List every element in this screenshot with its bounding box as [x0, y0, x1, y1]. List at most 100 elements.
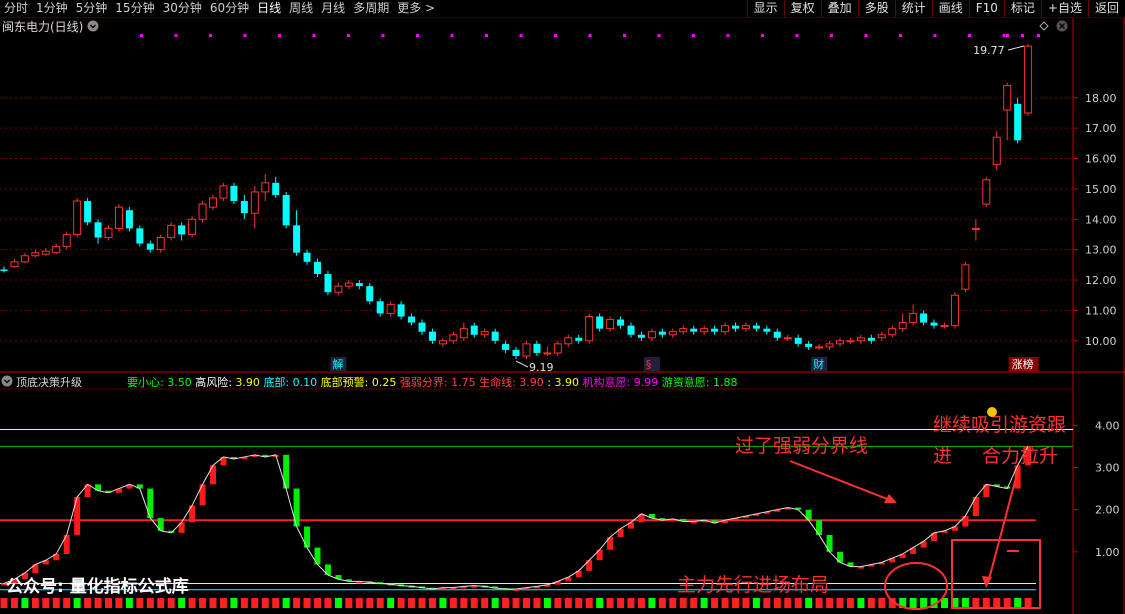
param-value: 0.10	[289, 376, 321, 389]
period-tab[interactable]: 日线	[253, 0, 285, 17]
signal-dot	[450, 34, 454, 37]
event-label[interactable]: 解	[332, 357, 343, 371]
high-price-marker: 19.77	[973, 44, 1005, 57]
signal-block	[178, 598, 186, 608]
toolbar-action[interactable]: 标记	[1003, 0, 1041, 17]
candle-body	[732, 325, 739, 329]
signal-block	[773, 598, 781, 608]
candle-body	[783, 337, 792, 340]
period-tab[interactable]: 分时	[0, 0, 32, 17]
signal-block	[794, 598, 802, 608]
signal-block	[199, 598, 207, 608]
annotation-follow-1: 继续吸引游资跟	[933, 414, 1066, 436]
toolbar-action[interactable]: 叠加	[820, 0, 858, 17]
event-label[interactable]: 财	[813, 357, 824, 371]
candle-body	[596, 316, 604, 329]
event-label[interactable]: §	[646, 358, 652, 371]
chart-canvas[interactable]: 18.00 17.00 16.00 15.00 14.00 13.00 12.00 11.00…	[0, 0, 1125, 614]
toolbar-action[interactable]: 返回	[1087, 0, 1125, 17]
candle-body	[62, 233, 71, 248]
toolbar-action[interactable]: 统计	[894, 0, 932, 17]
period-tab[interactable]: 月线	[317, 0, 349, 17]
signal-block	[1014, 598, 1022, 608]
chevron-circle-icon[interactable]	[87, 20, 99, 32]
candlestick-series	[0, 43, 1033, 360]
toolbar-action[interactable]: +自选	[1040, 0, 1088, 17]
candle-body	[647, 331, 656, 339]
param-label: 底部预警:	[321, 375, 369, 389]
signal-block	[324, 598, 332, 608]
price-label: 12.00	[1085, 274, 1117, 287]
candle-body	[950, 294, 959, 327]
signal-block	[439, 598, 447, 608]
candle-body	[209, 197, 217, 208]
candle-body	[606, 319, 615, 330]
param-value: 3.50	[164, 376, 196, 389]
period-tab[interactable]: 1分钟	[32, 0, 72, 17]
candle-body	[522, 343, 531, 357]
signal-block	[261, 598, 269, 608]
signal-block	[972, 598, 980, 608]
signal-dot	[692, 34, 695, 37]
candle-body	[324, 273, 332, 293]
signal-block	[31, 598, 39, 608]
price-label: 10.00	[1085, 335, 1117, 348]
signal-block	[617, 598, 625, 608]
candle-body	[805, 343, 813, 347]
event-label[interactable]: 涨榜	[1012, 357, 1034, 371]
indicator-title[interactable]: 顶底决策升级	[16, 375, 82, 389]
signal-block	[418, 598, 426, 608]
signal-block	[721, 598, 729, 608]
param-value: 1.88	[709, 376, 737, 389]
close-panel-icon[interactable]	[1056, 20, 1068, 32]
candle-body	[198, 203, 207, 220]
signal-block	[115, 598, 123, 608]
signal-dot	[795, 34, 799, 37]
diamond-icon[interactable]	[1039, 21, 1049, 31]
chevron-circle-icon[interactable]	[1, 375, 13, 387]
signal-block	[658, 598, 666, 608]
candle-body	[10, 261, 19, 267]
signal-block	[805, 598, 813, 608]
signal-block	[523, 598, 530, 608]
annotation-follow-2: 进	[933, 445, 952, 467]
toolbar-action[interactable]: 画线	[931, 0, 969, 17]
price-label: 15.00	[1085, 183, 1117, 196]
signal-block	[846, 598, 854, 608]
candle-body	[114, 206, 123, 229]
candle-body	[84, 201, 92, 223]
period-tab[interactable]: 周线	[285, 0, 317, 17]
indicator-params: 要小心: 3.50 高风险: 3.90 底部: 0.10 底部预警: 0.25 …	[127, 375, 737, 389]
period-tab[interactable]: 60分钟	[206, 0, 253, 17]
price-label: 18.00	[1085, 92, 1117, 105]
signal-dot	[864, 34, 868, 37]
candle-body	[219, 185, 228, 199]
period-tab[interactable]: 5分钟	[72, 0, 112, 17]
param-value: 3.90	[232, 376, 264, 389]
candle-body	[543, 352, 552, 355]
candle-body	[971, 227, 980, 230]
param-label: 机构意愿:	[583, 375, 631, 389]
toolbar-action[interactable]: F10	[968, 0, 1004, 17]
toolbar-action[interactable]: 复权	[783, 0, 821, 17]
signal-block	[470, 598, 478, 608]
toolbar-action[interactable]: 显示	[746, 0, 784, 17]
candle-body	[386, 303, 395, 314]
signal-dot	[899, 34, 902, 37]
signal-block	[606, 598, 614, 608]
period-tab[interactable]: 30分钟	[159, 0, 206, 17]
candle-body	[136, 228, 144, 244]
candle-body	[480, 331, 489, 336]
candle-body	[846, 340, 855, 343]
period-tab[interactable]: 15分钟	[111, 0, 158, 17]
price-grid	[0, 97, 1073, 342]
main-chart-title[interactable]: 闽东电力(日线)	[2, 20, 83, 34]
candle-body	[627, 325, 635, 335]
toolbar-action[interactable]: 多股	[857, 0, 895, 17]
candle-body	[146, 243, 154, 250]
signal-block	[512, 598, 520, 608]
signal-block	[376, 598, 384, 608]
period-tab[interactable]: 更多 >	[393, 0, 439, 17]
signal-block	[345, 598, 353, 608]
period-tab[interactable]: 多周期	[349, 0, 393, 17]
